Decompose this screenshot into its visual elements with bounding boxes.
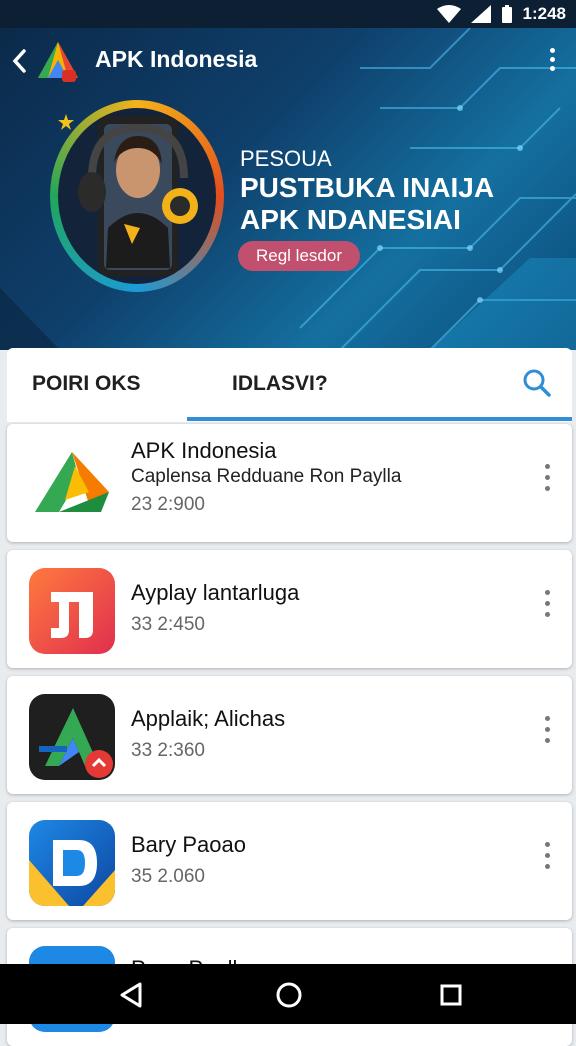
app-title: APK Indonesia bbox=[131, 438, 277, 463]
app-meta: 33 2:450 bbox=[131, 614, 205, 635]
square-recents-icon bbox=[440, 984, 462, 1006]
apk-logo-icon bbox=[38, 42, 78, 82]
app-bar: APK Indonesia bbox=[0, 28, 576, 92]
nav-home-button[interactable] bbox=[274, 980, 304, 1010]
music-app-icon bbox=[29, 568, 115, 654]
status-icons: 1:248 bbox=[436, 4, 566, 24]
status-bar: 1:248 bbox=[0, 0, 576, 28]
chevron-left-icon bbox=[12, 49, 26, 73]
app-meta: 33 2:360 bbox=[131, 740, 205, 761]
search-icon bbox=[523, 369, 551, 397]
tab-bar: POIRI OKS IDLASVI? bbox=[7, 348, 572, 422]
green-a-app-icon bbox=[29, 694, 115, 780]
hero-avatar bbox=[50, 100, 224, 292]
star-icon bbox=[58, 114, 74, 130]
search-button[interactable] bbox=[522, 368, 552, 398]
avatar-image bbox=[58, 108, 216, 284]
hero-subtitle: PESOUA bbox=[240, 146, 332, 171]
wifi-icon bbox=[436, 5, 461, 23]
list-item[interactable]: Applaik; Alichas 33 2:360 bbox=[7, 676, 572, 794]
app-title: Applaik; Alichas bbox=[131, 706, 286, 731]
app-meta: 23 2:900 bbox=[131, 494, 205, 515]
app-meta: 35 2.060 bbox=[131, 866, 205, 887]
hero-title-line-1: PUSTBUKA INAIJA bbox=[240, 172, 495, 203]
blue-d-app-icon bbox=[29, 820, 115, 906]
tab-indicator bbox=[187, 417, 572, 421]
list-item[interactable]: APK Indonesia Caplensa Redduane Ron Payl… bbox=[7, 424, 572, 542]
app-subtitle: Caplensa Redduane Ron Paylla bbox=[131, 466, 402, 487]
system-nav-bar bbox=[0, 964, 576, 1024]
circle-home-icon bbox=[276, 982, 302, 1008]
hero-cta-button[interactable]: Regl lesdor bbox=[238, 241, 360, 271]
nav-back-button[interactable] bbox=[116, 980, 146, 1010]
battery-icon bbox=[501, 5, 512, 23]
item-menu-button[interactable] bbox=[542, 590, 552, 624]
item-menu-button[interactable] bbox=[542, 464, 552, 498]
triangle-back-icon bbox=[120, 982, 142, 1008]
tab-second[interactable]: IDLASVI? bbox=[232, 372, 328, 396]
item-menu-button[interactable] bbox=[542, 716, 552, 750]
status-time: 1:248 bbox=[522, 4, 566, 23]
app-title: APK Indonesia bbox=[95, 46, 258, 72]
list-item[interactable]: Ayplay lantarluga 33 2:450 bbox=[7, 550, 572, 668]
apk-indonesia-icon bbox=[29, 442, 115, 528]
hero-banner: APK Indonesia PESOUA PUSTBUKA INAIJA APK… bbox=[0, 28, 576, 350]
nav-recents-button[interactable] bbox=[436, 980, 466, 1010]
hero-title-line-2: APK NDANESIAI bbox=[240, 204, 461, 235]
overflow-menu-button[interactable] bbox=[546, 48, 558, 76]
app-title: Bary Paoao bbox=[131, 832, 246, 857]
tab-popular[interactable]: POIRI OKS bbox=[32, 372, 141, 396]
item-menu-button[interactable] bbox=[542, 842, 552, 876]
list-item[interactable]: Bary Paoao 35 2.060 bbox=[7, 802, 572, 920]
signal-icon bbox=[470, 5, 491, 23]
app-title: Ayplay lantarluga bbox=[131, 580, 300, 605]
back-button[interactable] bbox=[10, 48, 34, 76]
person-with-headphones-illustration bbox=[78, 116, 198, 276]
